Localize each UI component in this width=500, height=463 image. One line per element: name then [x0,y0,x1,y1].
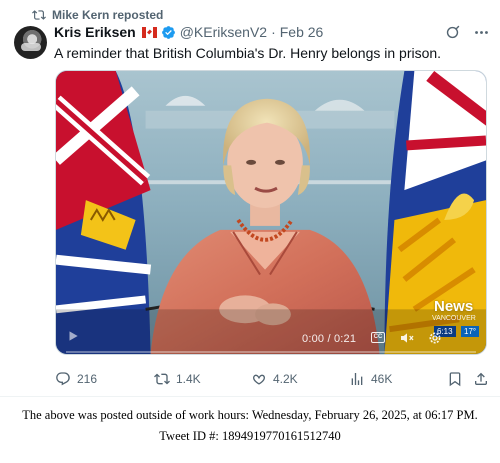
header-actions [444,24,490,41]
repost-indicator[interactable]: Mike Kern reposted [32,8,163,22]
video-progress-bar[interactable] [66,351,476,353]
like-button[interactable]: 4.2K [251,371,298,387]
news-temp-badge: 17° [461,326,480,337]
footer-note: The above was posted outside of work hou… [0,405,500,447]
reply-icon [56,372,70,386]
reply-count: 216 [77,372,98,386]
bookmark-icon[interactable] [447,371,463,387]
avatar[interactable] [14,26,47,59]
like-count: 4.2K [273,372,298,386]
verified-badge-icon [161,25,175,39]
author-handle[interactable]: @KEriksenV2 [180,24,267,40]
video-player[interactable]: News VANCOUVER 6:13 17° 0:00 / 0:21 CC [55,70,487,355]
tweet-header: Kris Eriksen @KEriksenV2 · Feb 26 [54,24,323,40]
repost-icon [32,10,46,20]
captions-button[interactable]: CC [371,332,385,343]
views-chart-icon [351,373,363,385]
repost-count: 1.4K [176,372,201,386]
play-icon[interactable] [66,329,80,343]
settings-gear-icon[interactable] [427,330,443,346]
heart-icon [253,374,265,385]
news-channel-sublabel: VANCOUVER [432,315,476,322]
views-button[interactable]: 46K [349,371,392,387]
repost-icon [154,373,170,385]
footer-line-tweet-id: Tweet ID #: 1894919770161512740 [159,429,341,443]
repost-button[interactable]: 1.4K [154,371,201,387]
video-time: 0:00 / 0:21 [302,333,357,345]
tweet-date[interactable]: Feb 26 [280,24,324,40]
tweet-text: A reminder that British Columbia's Dr. H… [54,45,442,61]
separator-dot: · [271,24,276,40]
tweet-actions: 216 1.4K 4.2K 46K [55,371,487,387]
mute-icon[interactable] [399,330,415,346]
tweet-card[interactable]: Mike Kern reposted Kris Eriksen @KErikse… [0,0,500,397]
share-icon[interactable] [473,371,489,387]
news-channel-logo: News [434,298,474,315]
video-frame [56,71,486,354]
reply-button[interactable]: 216 [55,371,97,387]
author-name[interactable]: Kris Eriksen [54,24,136,40]
footer-line-posted: The above was posted outside of work hou… [22,408,478,422]
repost-label: Mike Kern reposted [52,8,164,22]
view-count: 46K [371,372,393,386]
grok-icon[interactable] [444,24,461,41]
more-options-icon[interactable] [473,24,490,41]
canada-flag-icon [141,26,157,38]
